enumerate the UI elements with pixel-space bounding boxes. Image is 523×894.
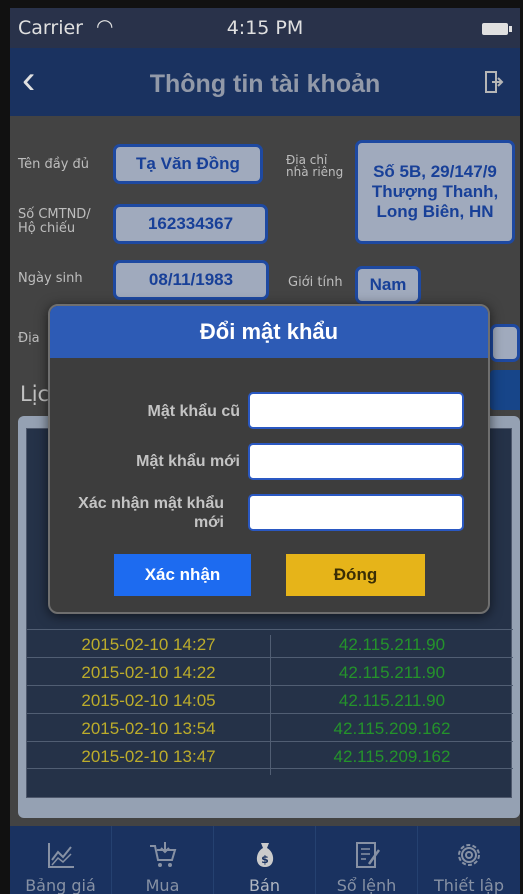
close-button[interactable]: Đóng	[286, 554, 425, 596]
app-screen: Carrier ◠ 4:15 PM ‹ Thông tin tài khoản …	[10, 8, 520, 894]
new-password-input[interactable]	[248, 443, 464, 480]
old-password-input[interactable]	[248, 392, 464, 429]
confirm-password-label: Xác nhận mật khẩu mới	[78, 495, 224, 531]
confirm-button[interactable]: Xác nhận	[114, 554, 251, 596]
old-password-label: Mật khẩu cũ	[147, 403, 240, 420]
dialog-title: Đổi mật khẩu	[50, 306, 488, 358]
confirm-password-input[interactable]	[248, 494, 464, 531]
change-password-dialog: Đổi mật khẩu Mật khẩu cũ Mật khẩu mới Xá…	[48, 304, 490, 614]
new-password-label: Mật khẩu mới	[136, 453, 240, 470]
